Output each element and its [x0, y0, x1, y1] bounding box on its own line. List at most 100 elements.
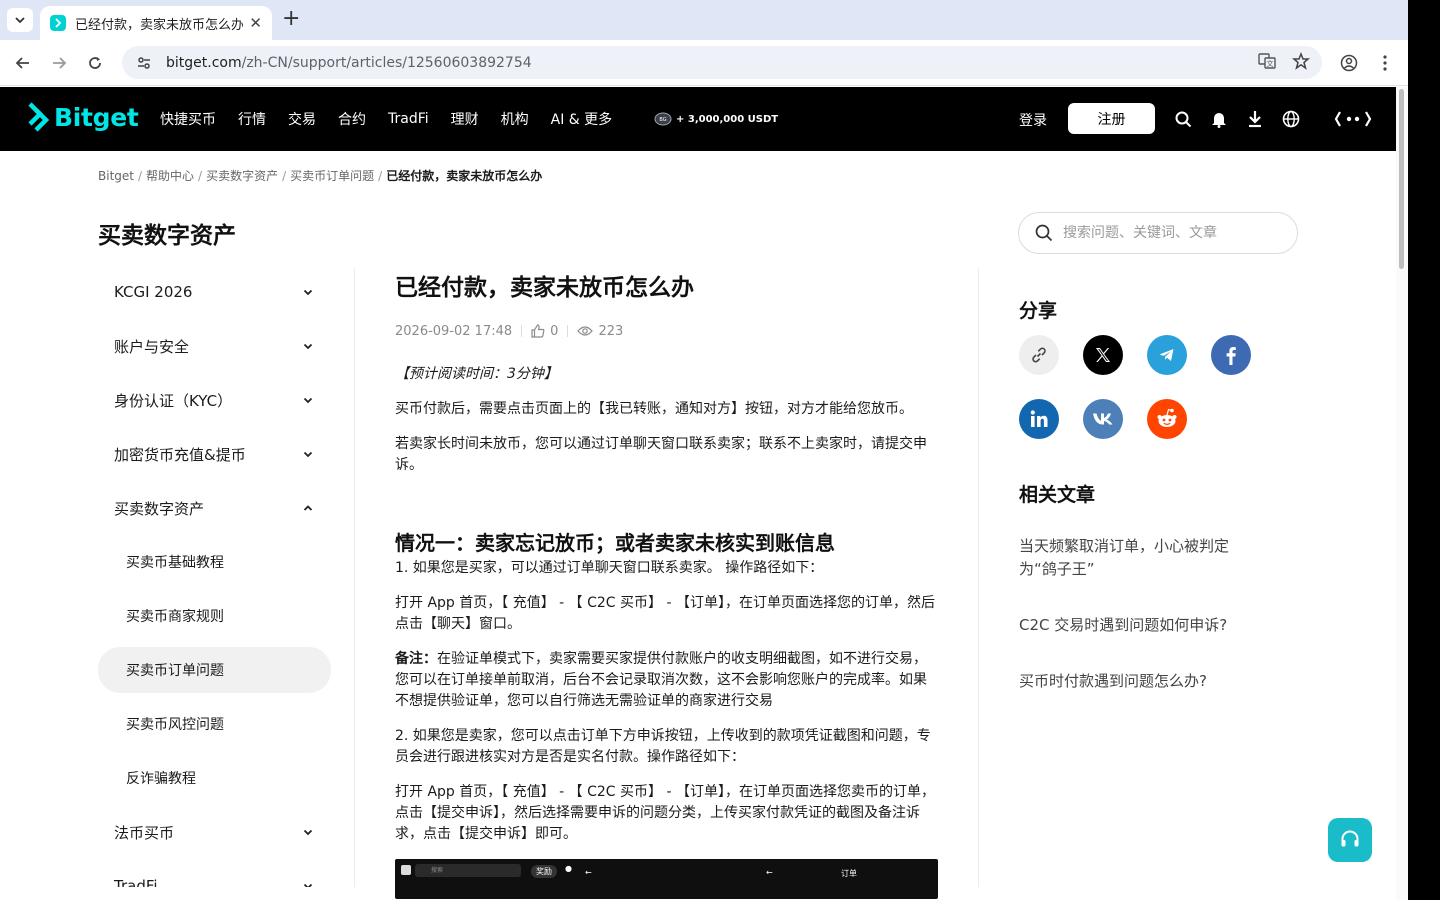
bell-icon[interactable] [1209, 109, 1229, 129]
sidebar-subitem[interactable]: 买卖币基础教程 [98, 535, 331, 589]
reload-button[interactable] [84, 52, 106, 74]
chevron-down-icon [303, 451, 313, 458]
customer-support-button[interactable] [1328, 818, 1372, 862]
tab-search-button[interactable] [7, 8, 33, 32]
main-nav: 快捷买币 行情 交易 合约 TradFi 理财 机构 AI & 更多 [160, 87, 634, 151]
article: 已经付款，卖家未放币怎么办 2026-09-02 17:48 0 223 【预计… [395, 272, 940, 899]
related-article-link[interactable]: 买币时付款遇到问题怎么办? [1019, 670, 1259, 693]
article-paragraph: 2. 如果您是卖家，您可以点击订单下方申诉按钮，上传收到的款项凭证截图和问题，专… [395, 728, 931, 765]
screenshot-order-title: 订单 [841, 869, 857, 878]
browser-tabbar: 已经付款，卖家未放币怎么办 ✕ + [0, 0, 1408, 40]
share-title: 分享 [1019, 300, 1058, 322]
sidebar-subitem-active[interactable]: 买卖币订单问题 [98, 647, 331, 693]
forward-button[interactable] [48, 52, 70, 74]
chevron-down-icon [303, 343, 313, 350]
sidebar-subitem[interactable]: 买卖币风控问题 [98, 697, 331, 751]
related-articles: 当天频繁取消订单，小心被判定为“鸽子王” C2C 交易时遇到问题如何申诉? 买币… [1019, 535, 1259, 726]
login-link[interactable]: 登录 [1019, 110, 1047, 130]
sidebar-category[interactable]: 账户与安全 [98, 319, 331, 373]
nav-quick-buy[interactable]: 快捷买币 [160, 109, 216, 129]
headset-icon [1341, 830, 1359, 847]
more-vertical-icon [1383, 55, 1387, 71]
download-icon[interactable] [1245, 109, 1265, 129]
reload-icon [89, 57, 101, 69]
signup-button[interactable]: 注册 [1068, 103, 1155, 134]
arrow-right-icon [53, 57, 67, 69]
profile-icon [1340, 54, 1358, 72]
search-icon [1035, 224, 1053, 242]
breadcrumb-item[interactable]: 买卖数字资产 [206, 169, 278, 183]
nav-tradfi[interactable]: TradFi [388, 111, 429, 127]
browser-menu-button[interactable] [1374, 52, 1396, 74]
close-tab-icon[interactable]: ✕ [249, 14, 262, 32]
view-count: 223 [577, 324, 623, 339]
thumbs-up-icon [531, 324, 545, 338]
related-article-link[interactable]: C2C 交易时遇到问题如何申诉? [1019, 614, 1259, 637]
nav-trade[interactable]: 交易 [288, 109, 316, 129]
nav-ai-more[interactable]: AI & 更多 [551, 109, 613, 129]
reddit-icon[interactable] [1147, 399, 1187, 439]
chevron-down-icon [303, 829, 313, 836]
globe-icon[interactable] [1281, 109, 1301, 129]
breadcrumb-item[interactable]: Bitget [98, 169, 134, 183]
breadcrumb-current: 已经付款，卖家未放币怎么办 [386, 169, 543, 183]
svg-text:文: 文 [1267, 59, 1274, 68]
linkedin-icon[interactable] [1019, 399, 1059, 439]
nav-markets[interactable]: 行情 [238, 109, 266, 129]
vk-icon[interactable] [1083, 399, 1123, 439]
promo-banner[interactable]: BG + 3,000,000 USDT [654, 111, 778, 127]
x-twitter-icon[interactable] [1083, 335, 1123, 375]
nav-institutional[interactable]: 机构 [501, 109, 529, 129]
related-articles-title: 相关文章 [1019, 484, 1096, 506]
eye-icon [577, 326, 594, 336]
tab-title: 已经付款，卖家未放币怎么办 [75, 17, 243, 33]
sidebar-subitem[interactable]: 买卖币商家规则 [98, 589, 331, 643]
screenshot-search-box: 搜索 [415, 864, 521, 877]
article-paragraph: 打开 App 首页，【 充值】 - 【 C2C 买币】 - 【订单】，在订单页面… [395, 784, 935, 842]
translate-icon[interactable]: 文 [1258, 52, 1276, 70]
site-settings-icon[interactable] [136, 55, 152, 71]
category-sidebar: KCGI 2026 账户与安全 身份认证（KYC） 加密货币充值&提币 买卖数字… [98, 265, 331, 900]
scrollbar-thumb[interactable] [1399, 89, 1404, 269]
bitget-brand-mark-icon[interactable] [1334, 109, 1372, 129]
sidebar-category[interactable]: 加密货币充值&提币 [98, 427, 331, 481]
sidebar-category[interactable]: 身份认证（KYC） [98, 373, 331, 427]
chevron-down-icon [303, 397, 313, 404]
telegram-icon[interactable] [1147, 335, 1187, 375]
new-tab-button[interactable]: + [282, 8, 300, 30]
header-search-icon[interactable] [1173, 109, 1193, 129]
article-date: 2026-09-02 17:48 [395, 323, 513, 339]
sidebar-category[interactable]: 法币买币 [98, 805, 331, 859]
page-scrollbar[interactable] [1396, 87, 1408, 900]
address-bar[interactable]: bitget.com/zh-CN/support/articles/125606… [122, 46, 1322, 79]
breadcrumb-item[interactable]: 买卖币订单问题 [290, 169, 374, 183]
breadcrumb: Bitget / 帮助中心 / 买卖数字资产 / 买卖币订单问题 / 已经付款，卖家未放币怎么办 [98, 169, 543, 183]
nav-futures[interactable]: 合约 [338, 109, 366, 129]
sidebar-category-open[interactable]: 买卖数字资产 [98, 481, 331, 535]
help-search[interactable] [1018, 212, 1298, 254]
bookmark-star-icon[interactable] [1292, 52, 1310, 70]
nav-earn[interactable]: 理财 [451, 109, 479, 129]
sidebar-category[interactable]: KCGI 2026 [98, 265, 331, 319]
related-article-link[interactable]: 当天频繁取消订单，小心被判定为“鸽子王” [1019, 535, 1259, 581]
breadcrumb-item[interactable]: 帮助中心 [146, 169, 194, 183]
back-button[interactable] [12, 52, 34, 74]
site-header: Bitget 快捷买币 行情 交易 合约 TradFi 理财 机构 AI & 更… [0, 87, 1396, 151]
browser-toolbar: bitget.com/zh-CN/support/articles/125606… [0, 40, 1408, 86]
profile-button[interactable] [1338, 52, 1360, 74]
section-title: 买卖数字资产 [98, 223, 236, 249]
facebook-icon[interactable] [1211, 335, 1251, 375]
chevron-up-icon [303, 505, 313, 511]
browser-tab-active[interactable]: 已经付款，卖家未放币怎么办 ✕ [40, 6, 272, 40]
help-search-input[interactable] [1063, 225, 1283, 241]
chevron-down-icon [15, 17, 25, 24]
article-meta: 2026-09-02 17:48 0 223 [395, 322, 940, 340]
sidebar-subitem[interactable]: 反诈骗教程 [98, 751, 331, 805]
copy-link-icon[interactable] [1019, 335, 1059, 375]
app-screenshot-image: 搜索 奖励 ● ← ← 订单 [395, 859, 938, 899]
sidebar-divider [354, 268, 355, 888]
article-divider [978, 268, 979, 888]
article-paragraph: 1. 如果您是买家，可以通过订单聊天窗口联系卖家。 操作路径如下： [395, 560, 824, 576]
like-button[interactable]: 0 [531, 324, 558, 339]
bitget-logo[interactable]: Bitget [24, 102, 139, 132]
